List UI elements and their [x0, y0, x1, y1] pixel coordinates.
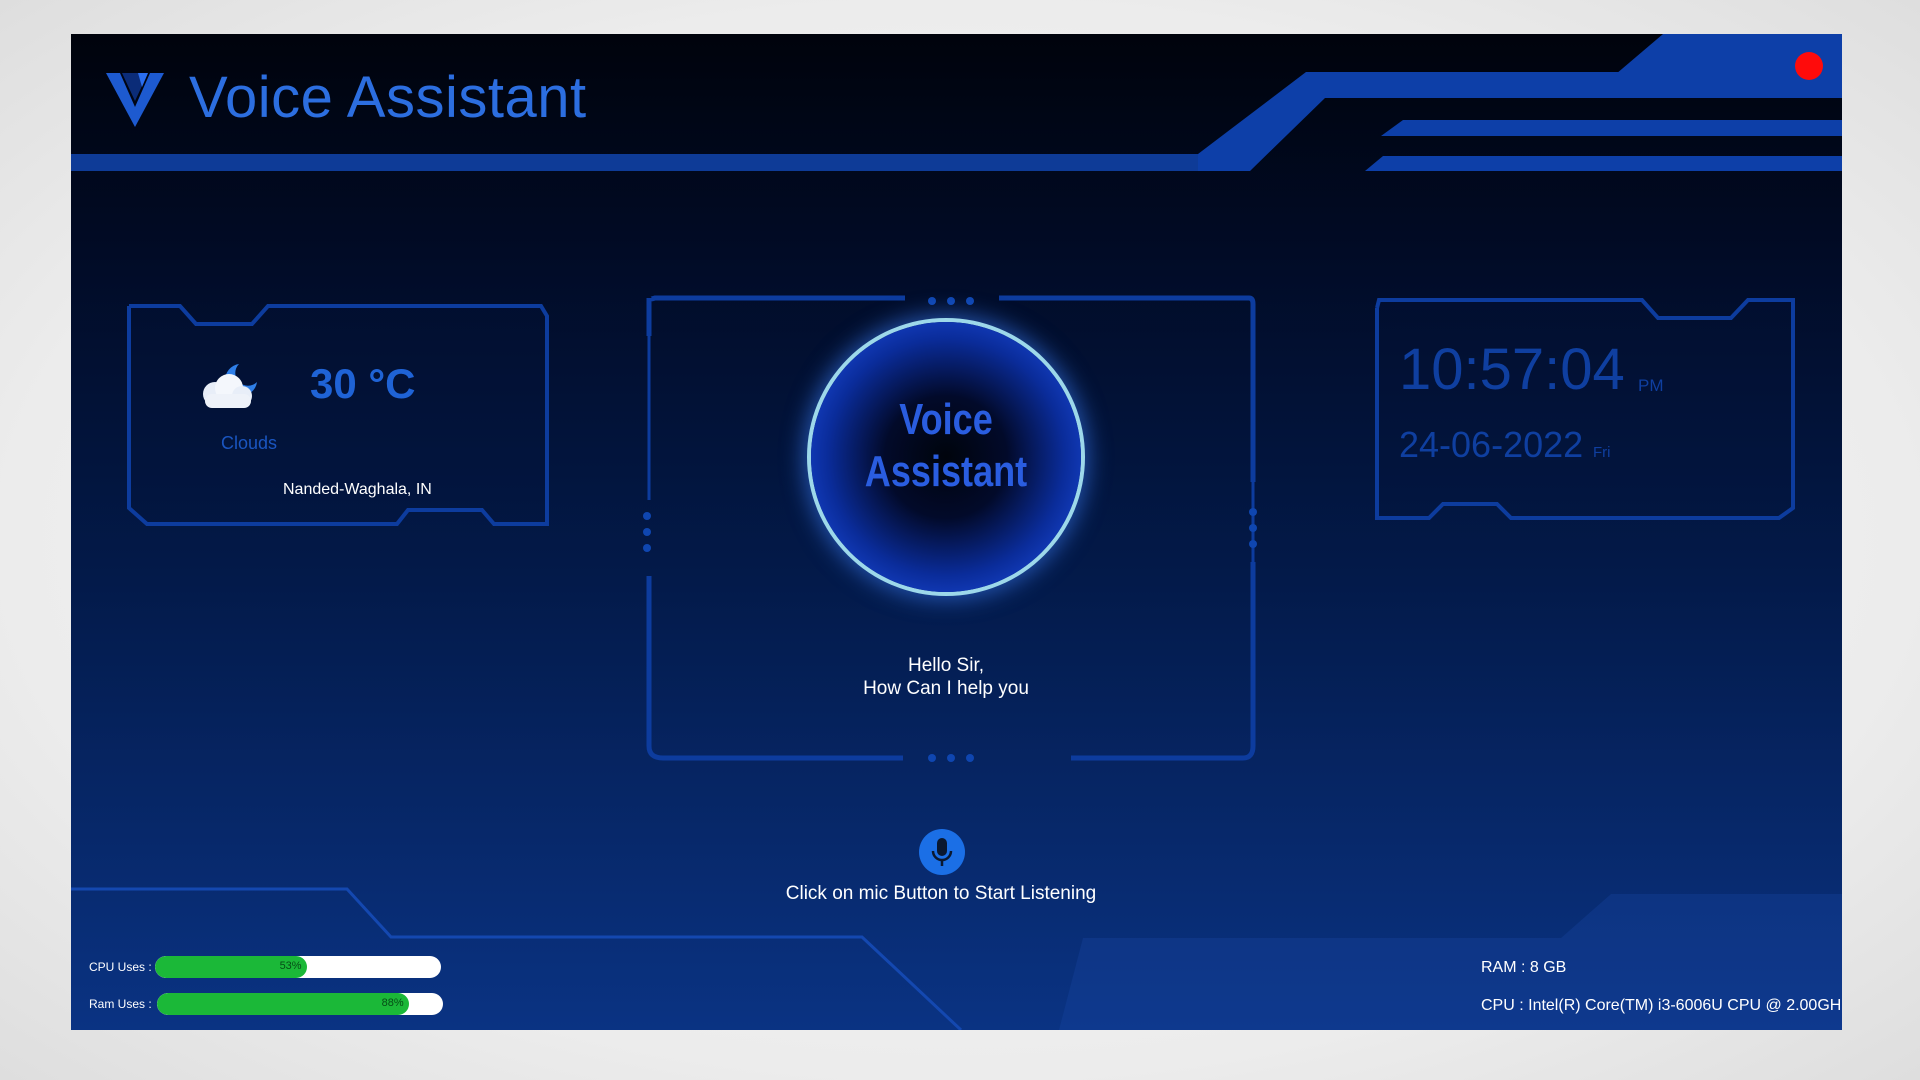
cpu-usage-fill: 53%: [155, 956, 307, 978]
cpu-usage-bar: 53%: [155, 956, 441, 978]
ram-usage-fill: 88%: [157, 993, 409, 1015]
cpu-usage-label: CPU Uses :: [89, 960, 152, 974]
orb-line-2: Assistant: [864, 447, 1028, 496]
greeting-line-1: Hello Sir,: [907, 655, 985, 676]
orb-line-1: Voice: [899, 395, 993, 444]
greeting-line-2: How Can I help you: [863, 678, 1029, 699]
app-logo: [106, 73, 164, 127]
assistant-greeting: Hello Sir, How Can I help you: [811, 654, 1081, 700]
ram-usage-percent: 88%: [381, 997, 404, 1009]
app-title: Voice Assistant: [189, 65, 587, 130]
ram-usage-label: Ram Uses :: [89, 997, 152, 1011]
clock-date: 24-06-2022: [1399, 424, 1584, 465]
microphone-icon: [931, 838, 953, 866]
mic-hint: Click on mic Button to Start Listening: [785, 883, 1097, 904]
cloud-moon-icon: [203, 364, 257, 408]
weather-temperature: 30 °C: [310, 360, 416, 407]
orb-label: Voice Assistant: [835, 394, 1056, 498]
system-cpu-info: CPU : Intel(R) Core(TM) i3-6006U CPU @ 2…: [1481, 997, 1842, 1014]
cpu-usage-percent: 53%: [279, 960, 302, 972]
weather-location: Nanded-Waghala, IN: [283, 481, 432, 498]
system-ram-info: RAM : 8 GB: [1481, 959, 1567, 976]
clock-day: Fri: [1593, 444, 1611, 461]
ram-usage-bar: 88%: [157, 993, 443, 1015]
recording-indicator[interactable]: [1795, 52, 1823, 80]
mic-button[interactable]: [919, 829, 965, 875]
app-window: Voice Assistant 30 °C Clouds Nanded-Wagh…: [71, 34, 1842, 1030]
clock-time: 10:57:04: [1399, 337, 1625, 402]
clock-ampm: PM: [1638, 376, 1664, 395]
weather-condition: Clouds: [220, 433, 278, 453]
